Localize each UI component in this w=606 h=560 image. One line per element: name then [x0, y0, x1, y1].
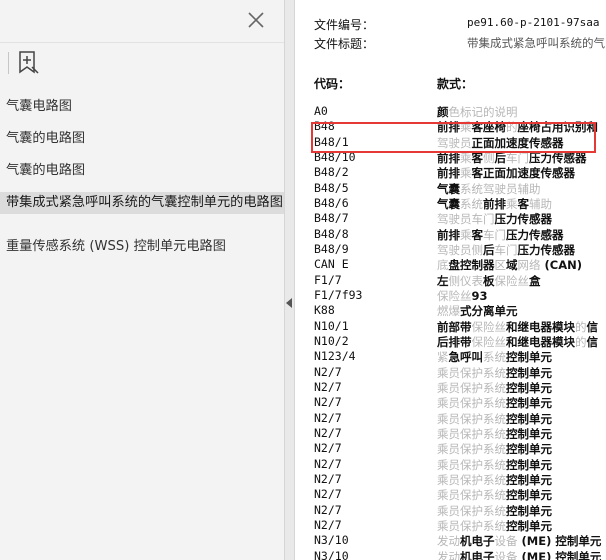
row-code: N2/7: [314, 365, 342, 379]
row-code: N3/10: [314, 533, 349, 547]
row-description: 驾驶员侧后车门压力传感器: [437, 243, 575, 257]
bookmark-item[interactable]: 重量传感系统 (WSS) 控制单元电路图: [0, 236, 284, 258]
row-code: N2/7: [314, 441, 342, 455]
bookmark-item[interactable]: 气囊的电路图: [0, 128, 284, 150]
row-code: B48/8: [314, 227, 349, 241]
row-description: 乘员保护系统控制单元: [437, 519, 552, 533]
row-description: 乘员保护系统控制单元: [437, 488, 552, 502]
row-description: 保险丝93: [437, 289, 488, 303]
row-description: 乘员保护系统控制单元: [437, 442, 552, 456]
file-title-label: 文件标题：: [314, 37, 375, 51]
row-code: N123/4: [314, 349, 356, 363]
row-description: 乘员保护系统控制单元: [437, 458, 552, 472]
row-code: B48/7: [314, 211, 349, 225]
row-code: N2/7: [314, 380, 342, 394]
row-description: 前排乘客车门压力传感器: [437, 228, 564, 242]
row-description: 燃爆式分离单元: [437, 304, 518, 318]
column-header-style: 款式：: [437, 77, 474, 91]
row-description: 底盘控制器区域网络 (CAN): [437, 258, 583, 272]
row-description: 前排乘客正面加速度传感器: [437, 166, 575, 180]
file-number-value: pe91.60-p-2101-97saa: [467, 16, 600, 29]
row-code: A0: [314, 104, 328, 118]
row-description: 气囊系统驾驶员辅助: [437, 182, 541, 196]
file-title-value: 带集成式紧急呼叫系统的气: [467, 36, 605, 50]
row-description: 紧急呼叫系统控制单元: [437, 350, 552, 364]
row-description: 乘员保护系统控制单元: [437, 427, 552, 441]
row-description: 乘员保护系统控制单元: [437, 366, 552, 380]
row-description: 发动机电子设备 (ME) 控制单元: [437, 534, 602, 548]
row-code: N2/7: [314, 426, 342, 440]
row-code: B48/2: [314, 165, 349, 179]
bookmark-sidebar: 气囊电路图气囊的电路图 气囊的电路图 带集成式紧急呼叫系统的气囊控制单元的电路图 重量…: [0, 0, 284, 560]
row-code: N2/7: [314, 503, 342, 517]
highlight-box: [311, 122, 596, 153]
row-description: 后排带保险丝和继电器模块的信: [437, 335, 598, 349]
close-sidebar-button[interactable]: [245, 9, 267, 31]
row-code: K88: [314, 303, 335, 317]
row-description: 气囊系统前排乘客辅助: [437, 197, 552, 211]
row-code: CAN E: [314, 257, 349, 271]
bookmark-add-icon: [19, 51, 39, 74]
bookmark-item[interactable]: 气囊电路图: [0, 96, 284, 118]
row-code: N2/7: [314, 487, 342, 501]
sidebar-splitter[interactable]: [284, 0, 295, 560]
file-number-label: 文件编号：: [314, 18, 375, 32]
row-description: 发动机电子设备 (ME) 控制单元: [437, 550, 602, 560]
row-description: 左侧仪表板保险丝盒: [437, 274, 541, 288]
row-code: N2/7: [314, 518, 342, 532]
row-code: N3/10: [314, 549, 349, 560]
row-code: B48/6: [314, 196, 349, 210]
row-description: 驾驶员车门压力传感器: [437, 212, 552, 226]
row-code: N10/2: [314, 334, 349, 348]
row-description: 乘员保护系统控制单元: [437, 396, 552, 410]
row-code: N10/1: [314, 319, 349, 333]
close-icon: [248, 12, 264, 28]
row-description: 乘员保护系统控制单元: [437, 504, 552, 518]
row-description: 颜色标记的说明: [437, 105, 518, 119]
row-code: F1/7f93: [314, 288, 363, 302]
row-description: 前部带保险丝和继电器模块的信: [437, 320, 598, 334]
row-code: B48/5: [314, 181, 349, 195]
row-code: N2/7: [314, 395, 342, 409]
toolbar-separator: [8, 52, 9, 74]
row-code: N2/7: [314, 457, 342, 471]
row-description: 乘员保护系统控制单元: [437, 381, 552, 395]
row-description: 乘员保护系统控制单元: [437, 473, 552, 487]
sidebar-divider: [0, 42, 284, 43]
column-header-code: 代码：: [314, 77, 351, 91]
row-code: N2/7: [314, 411, 342, 425]
bookmark-item[interactable]: 气囊的电路图: [0, 160, 284, 182]
collapse-arrow-icon[interactable]: [286, 298, 292, 308]
row-description: 乘员保护系统控制单元: [437, 412, 552, 426]
document-page: 文件编号： pe91.60-p-2101-97saa 文件标题： 带集成式紧急呼…: [295, 0, 606, 560]
bookmark-item[interactable]: 带集成式紧急呼叫系统的气囊控制单元的电路图: [0, 192, 284, 214]
add-bookmark-button[interactable]: [14, 49, 42, 77]
row-code: N2/7: [314, 472, 342, 486]
row-code: B48/9: [314, 242, 349, 256]
row-code: F1/7: [314, 273, 342, 287]
